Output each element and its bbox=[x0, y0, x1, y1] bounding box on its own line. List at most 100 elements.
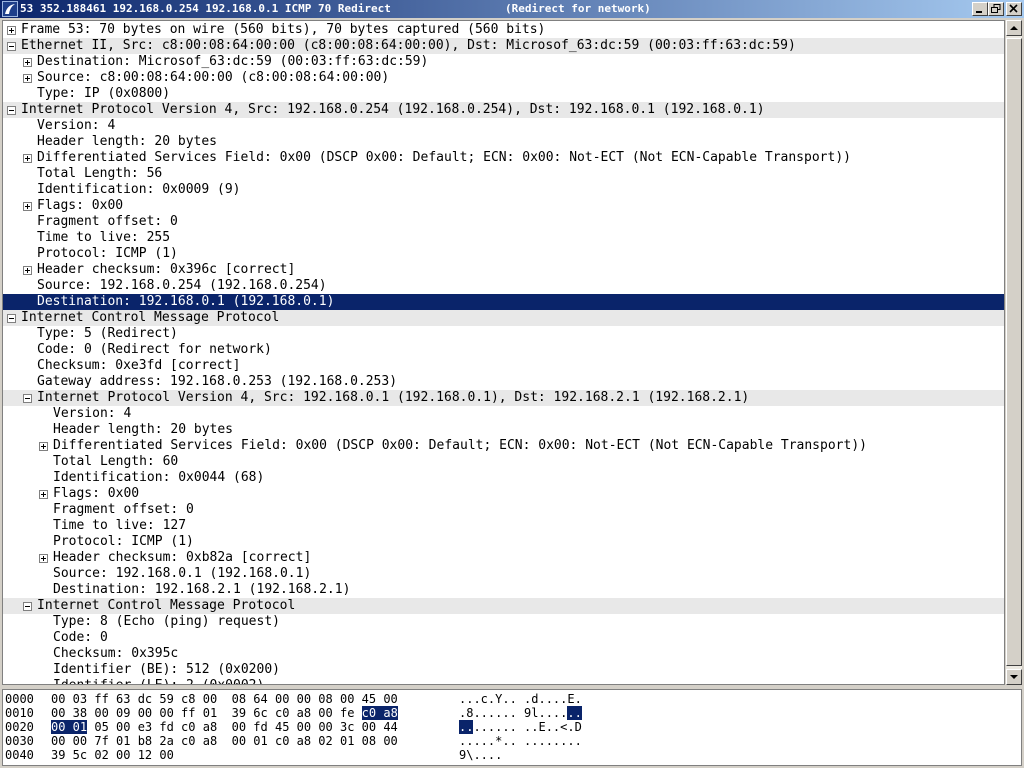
expand-icon[interactable] bbox=[39, 490, 48, 499]
tree-row[interactable]: Internet Protocol Version 4, Src: 192.16… bbox=[3, 390, 1004, 406]
tree-row[interactable]: Fragment offset: 0 bbox=[3, 214, 1004, 230]
tree-row[interactable]: Header checksum: 0x396c [correct] bbox=[3, 262, 1004, 278]
tree-row[interactable]: Type: IP (0x0800) bbox=[3, 86, 1004, 102]
collapse-icon[interactable] bbox=[23, 394, 32, 403]
tree-row[interactable]: Frame 53: 70 bytes on wire (560 bits), 7… bbox=[3, 22, 1004, 38]
tree-row[interactable]: Flags: 0x00 bbox=[3, 486, 1004, 502]
expand-icon[interactable] bbox=[23, 202, 32, 211]
scroll-down-button[interactable] bbox=[1006, 669, 1022, 685]
tree-row-label: Destination: Microsof_63:dc:59 (00:03:ff… bbox=[37, 54, 429, 69]
tree-row[interactable]: Differentiated Services Field: 0x00 (DSC… bbox=[3, 150, 1004, 166]
hex-bytes[interactable]: 39 5c 02 00 12 00 bbox=[51, 749, 174, 762]
hex-bytes[interactable]: 00 38 00 09 00 00 ff 01 39 6c c0 a8 00 f… bbox=[51, 706, 398, 720]
hex-ascii[interactable]: ........ ..E..<.D bbox=[459, 720, 582, 734]
tree-row[interactable]: Protocol: ICMP (1) bbox=[3, 534, 1004, 550]
tree-row-label: Type: IP (0x0800) bbox=[37, 86, 171, 101]
tree-row[interactable]: Source: c8:00:08:64:00:00 (c8:00:08:64:0… bbox=[3, 70, 1004, 86]
scroll-thumb[interactable] bbox=[1006, 38, 1022, 666]
tree-row[interactable]: Type: 5 (Redirect) bbox=[3, 326, 1004, 342]
hex-offset: 0010 bbox=[5, 706, 34, 720]
tree-row[interactable]: Identifier (LE): 2 (0x0002) bbox=[3, 678, 1004, 684]
collapse-icon[interactable] bbox=[23, 602, 32, 611]
tree-row-label: Frame 53: 70 bytes on wire (560 bits), 7… bbox=[21, 22, 546, 37]
tree-row[interactable]: Flags: 0x00 bbox=[3, 198, 1004, 214]
tree-scrollbar[interactable] bbox=[1006, 20, 1022, 685]
tree-row[interactable]: Header length: 20 bytes bbox=[3, 134, 1004, 150]
tree-row[interactable]: Destination: 192.168.0.1 (192.168.0.1) bbox=[3, 294, 1004, 310]
tree-row-label: Identifier (LE): 2 (0x0002) bbox=[53, 678, 264, 684]
expand-icon[interactable] bbox=[39, 554, 48, 563]
tree-row[interactable]: Identifier (BE): 512 (0x0200) bbox=[3, 662, 1004, 678]
packet-details-tree[interactable]: Frame 53: 70 bytes on wire (560 bits), 7… bbox=[2, 20, 1005, 685]
tree-row[interactable]: Time to live: 255 bbox=[3, 230, 1004, 246]
tree-row[interactable]: Checksum: 0x395c bbox=[3, 646, 1004, 662]
tree-row-label: Time to live: 127 bbox=[53, 518, 187, 533]
expand-icon[interactable] bbox=[39, 442, 48, 451]
expand-icon[interactable] bbox=[7, 26, 16, 35]
tree-row[interactable]: Code: 0 (Redirect for network) bbox=[3, 342, 1004, 358]
tree-row-label: Fragment offset: 0 bbox=[37, 214, 178, 229]
tree-row-label: Time to live: 255 bbox=[37, 230, 171, 245]
tree-row-label: Protocol: ICMP (1) bbox=[37, 246, 178, 261]
tree-row[interactable]: Header length: 20 bytes bbox=[3, 422, 1004, 438]
tree-row[interactable]: Protocol: ICMP (1) bbox=[3, 246, 1004, 262]
tree-row[interactable]: Gateway address: 192.168.0.253 (192.168.… bbox=[3, 374, 1004, 390]
packet-bytes-pane[interactable]: 0000 00 03 ff 63 dc 59 c8 00 08 64 00 00 … bbox=[2, 689, 1022, 766]
selected-bytes: c0 a8 bbox=[361, 706, 398, 720]
tree-row[interactable]: Ethernet II, Src: c8:00:08:64:00:00 (c8:… bbox=[3, 38, 1004, 54]
tree-row[interactable]: Version: 4 bbox=[3, 406, 1004, 422]
expand-icon[interactable] bbox=[23, 154, 32, 163]
hex-ascii[interactable]: .8...... 9l...... bbox=[459, 706, 582, 720]
close-button[interactable] bbox=[1006, 2, 1022, 16]
hex-offset: 0020 bbox=[5, 720, 34, 734]
tree-row[interactable]: Destination: 192.168.2.1 (192.168.2.1) bbox=[3, 582, 1004, 598]
window-title-info: (Redirect for network) bbox=[505, 2, 651, 15]
tree-row[interactable]: Time to live: 127 bbox=[3, 518, 1004, 534]
tree-row-label: Destination: 192.168.0.1 (192.168.0.1) bbox=[37, 294, 335, 309]
minimize-button[interactable] bbox=[972, 2, 988, 16]
tree-row[interactable]: Source: 192.168.0.1 (192.168.0.1) bbox=[3, 566, 1004, 582]
tree-row-label: Internet Protocol Version 4, Src: 192.16… bbox=[37, 390, 750, 405]
tree-row-label: Gateway address: 192.168.0.253 (192.168.… bbox=[37, 374, 398, 389]
expand-icon[interactable] bbox=[23, 266, 32, 275]
tree-row-label: Internet Control Message Protocol bbox=[21, 310, 280, 325]
tree-row[interactable]: Internet Protocol Version 4, Src: 192.16… bbox=[3, 102, 1004, 118]
hex-ascii[interactable]: ...c.Y.. .d....E. bbox=[459, 693, 582, 706]
tree-row[interactable]: Header checksum: 0xb82a [correct] bbox=[3, 550, 1004, 566]
tree-row[interactable]: Total Length: 60 bbox=[3, 454, 1004, 470]
expand-icon[interactable] bbox=[23, 58, 32, 67]
hex-bytes[interactable]: 00 01 05 00 e3 fd c0 a8 00 fd 45 00 00 3… bbox=[51, 720, 398, 734]
tree-row-label: Checksum: 0xe3fd [correct] bbox=[37, 358, 241, 373]
tree-row[interactable]: Identification: 0x0044 (68) bbox=[3, 470, 1004, 486]
tree-row[interactable]: Identification: 0x0009 (9) bbox=[3, 182, 1004, 198]
hex-ascii[interactable]: .....*.. ........ bbox=[459, 735, 582, 748]
tree-row[interactable]: Internet Control Message Protocol bbox=[3, 598, 1004, 614]
tree-row[interactable]: Fragment offset: 0 bbox=[3, 502, 1004, 518]
tree-row[interactable]: Source: 192.168.0.254 (192.168.0.254) bbox=[3, 278, 1004, 294]
collapse-icon[interactable] bbox=[7, 42, 16, 51]
collapse-icon[interactable] bbox=[7, 106, 16, 115]
tree-row[interactable]: Destination: Microsof_63:dc:59 (00:03:ff… bbox=[3, 54, 1004, 70]
tree-row-label: Header length: 20 bytes bbox=[53, 422, 234, 437]
hex-ascii[interactable]: 9\.... bbox=[459, 749, 502, 762]
hex-bytes[interactable]: 00 00 7f 01 b8 2a c0 a8 00 01 c0 a8 02 0… bbox=[51, 735, 398, 748]
hex-bytes[interactable]: 00 03 ff 63 dc 59 c8 00 08 64 00 00 08 0… bbox=[51, 693, 398, 706]
expand-icon[interactable] bbox=[23, 74, 32, 83]
tree-row[interactable]: Checksum: 0xe3fd [correct] bbox=[3, 358, 1004, 374]
scroll-up-button[interactable] bbox=[1006, 20, 1022, 36]
tree-row[interactable]: Type: 8 (Echo (ping) request) bbox=[3, 614, 1004, 630]
tree-row[interactable]: Differentiated Services Field: 0x00 (DSC… bbox=[3, 438, 1004, 454]
hex-offset: 0030 bbox=[5, 734, 34, 748]
tree-row-label: Differentiated Services Field: 0x00 (DSC… bbox=[37, 150, 851, 165]
restore-button[interactable] bbox=[988, 2, 1004, 16]
tree-row-label: Version: 4 bbox=[53, 406, 132, 421]
tree-row-label: Flags: 0x00 bbox=[37, 198, 124, 213]
tree-row-label: Protocol: ICMP (1) bbox=[53, 534, 194, 549]
tree-row[interactable]: Code: 0 bbox=[3, 630, 1004, 646]
collapse-icon[interactable] bbox=[7, 314, 16, 323]
tree-row[interactable]: Total Length: 56 bbox=[3, 166, 1004, 182]
tree-row[interactable]: Internet Control Message Protocol bbox=[3, 310, 1004, 326]
tree-row-label: Type: 5 (Redirect) bbox=[37, 326, 178, 341]
wireshark-fin-icon[interactable] bbox=[2, 1, 18, 17]
tree-row[interactable]: Version: 4 bbox=[3, 118, 1004, 134]
